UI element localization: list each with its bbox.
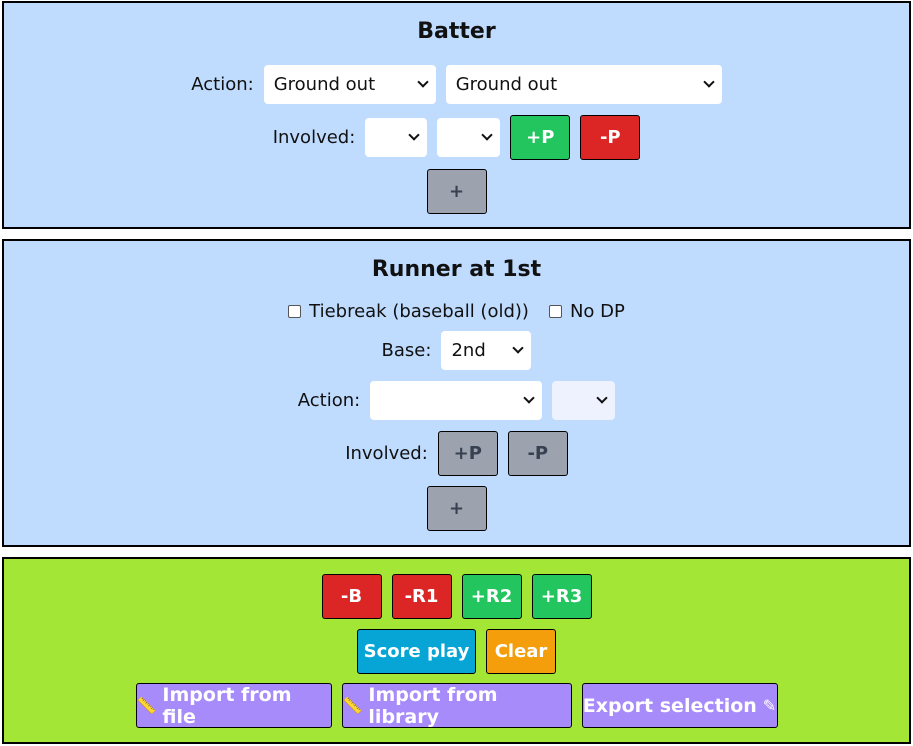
batter-action-select-1-value: Ground out [273,74,376,95]
runner-adjust-row: -B -R1 +R2 +R3 [4,574,909,619]
runner-base-label: Base: [381,340,432,361]
import-file-button[interactable]: 📏 Import from file [135,683,332,728]
batter-add-button[interactable]: + [426,169,487,214]
runner-panel: Runner at 1st Tiebreak (baseball (old)) … [2,239,911,547]
import-icon: 📏 [342,696,363,715]
add-r2-button[interactable]: +R2 [461,574,522,619]
export-icon: ✎ [762,696,777,715]
runner-action-label: Action: [297,390,361,411]
score-row: Score play Clear [4,629,909,674]
chevron-down-icon [596,392,608,404]
no-dp-label: No DP [569,301,625,322]
tiebreak-checkbox[interactable]: Tiebreak (baseball (old)) [288,301,529,322]
chevron-down-icon [481,129,493,141]
add-r3-button[interactable]: +R3 [531,574,592,619]
chevron-down-icon [417,76,429,88]
batter-remove-player-button[interactable]: -P [580,115,641,160]
batter-involved-row: Involved: +P -P [4,115,909,160]
export-selection-button[interactable]: Export selection ✎ [581,683,778,728]
runner-add-player-button[interactable]: +P [437,431,498,476]
runner-add-row: + [4,486,909,531]
runner-add-button[interactable]: + [426,486,487,531]
batter-panel: Batter Action: Ground out Ground out Inv… [2,1,911,229]
batter-involved-select-1[interactable] [365,118,428,157]
actions-panel: -B -R1 +R2 +R3 Score play Clear 📏 Import… [2,557,911,744]
batter-add-player-button[interactable]: +P [510,115,571,160]
runner-base-select-value: 2nd [451,340,486,361]
checkbox-icon[interactable] [288,305,302,318]
export-selection-label: Export selection [582,694,757,717]
remove-batter-button[interactable]: -B [321,574,382,619]
runner-base-row: Base: 2nd [4,331,909,370]
import-library-button[interactable]: 📏 Import from library [341,683,572,728]
tiebreak-label: Tiebreak (baseball (old)) [309,301,529,322]
remove-r1-button[interactable]: -R1 [391,574,452,619]
batter-action-select-1[interactable]: Ground out [263,65,436,104]
runner-base-select[interactable]: 2nd [441,331,532,370]
runner-action-select-1[interactable] [370,381,543,420]
runner-title: Runner at 1st [371,257,542,282]
chevron-down-icon [408,129,420,141]
batter-involved-select-2[interactable] [437,118,501,157]
batter-action-select-2[interactable]: Ground out [445,65,722,104]
chevron-down-icon [523,392,535,404]
chevron-down-icon [703,76,715,88]
runner-remove-player-button[interactable]: -P [507,431,568,476]
import-export-row: 📏 Import from file 📏 Import from library… [4,683,909,728]
no-dp-checkbox[interactable]: No DP [548,301,625,322]
batter-action-select-2-value: Ground out [455,74,558,95]
clear-button[interactable]: Clear [486,629,556,674]
runner-options-row: Tiebreak (baseball (old)) No DP [4,301,909,322]
runner-involved-row: Involved: +P -P [4,431,909,476]
batter-involved-label: Involved: [272,127,356,148]
runner-action-row: Action: [4,381,909,420]
batter-action-row: Action: Ground out Ground out [4,65,909,104]
import-file-label: Import from file [162,683,292,728]
batter-add-row: + [4,169,909,214]
checkbox-icon[interactable] [548,305,562,318]
import-library-label: Import from library [368,683,498,728]
batter-action-label: Action: [191,74,254,95]
import-icon: 📏 [136,696,157,715]
runner-involved-label: Involved: [345,443,428,464]
chevron-down-icon [512,342,525,354]
score-play-button[interactable]: Score play [357,629,476,674]
batter-title: Batter [417,19,496,44]
runner-action-select-2[interactable] [552,381,616,420]
